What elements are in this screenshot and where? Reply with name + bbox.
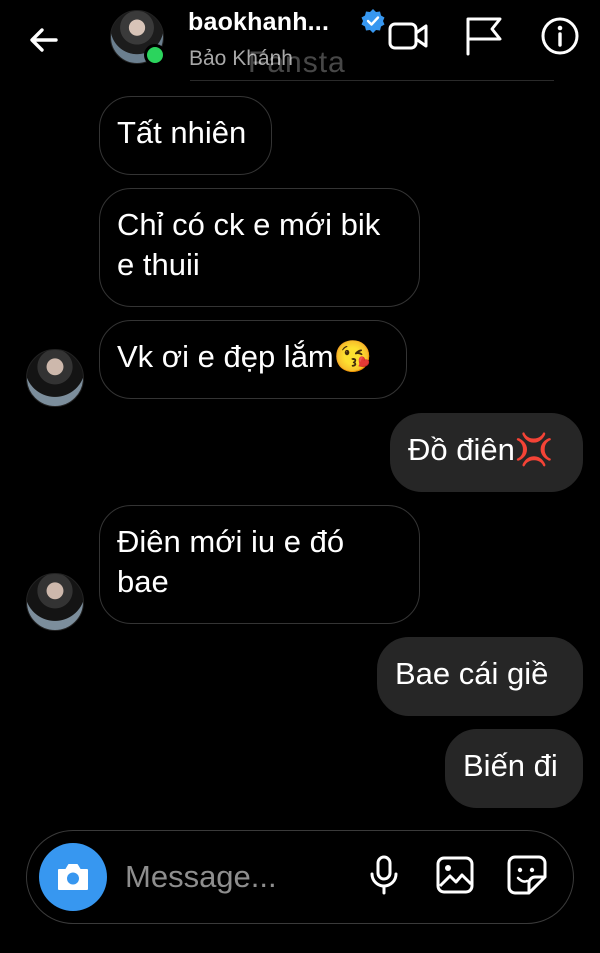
profile-avatar[interactable]: [110, 10, 166, 66]
username[interactable]: baokhanh...: [188, 8, 329, 37]
message-input[interactable]: [125, 857, 345, 897]
verified-badge-icon: [361, 9, 385, 33]
message-bubble-outgoing[interactable]: Biến đi: [445, 729, 583, 808]
gallery-icon[interactable]: [433, 853, 477, 897]
info-icon[interactable]: [538, 14, 582, 58]
camera-icon: [58, 864, 88, 890]
message-bubble-incoming[interactable]: Vk ơi e đẹp lắm😘: [99, 320, 407, 399]
flag-icon[interactable]: [462, 14, 506, 58]
back-arrow-icon[interactable]: [24, 20, 64, 60]
sender-avatar[interactable]: [26, 573, 84, 631]
message-bubble-incoming[interactable]: Chỉ có ck e mới bik e thuii: [99, 188, 420, 307]
message-composer: [26, 830, 574, 924]
message-bubble-outgoing[interactable]: Đồ điên💢: [390, 413, 583, 492]
chat-header: baokhanh... Bảo Khánh Fansta: [0, 0, 600, 82]
microphone-icon[interactable]: [362, 853, 406, 897]
video-call-icon[interactable]: [386, 14, 430, 58]
message-bubble-incoming[interactable]: Điên mới iu e đó bae: [99, 505, 420, 624]
message-bubble-incoming[interactable]: Tất nhiên: [99, 96, 272, 175]
camera-button[interactable]: [39, 843, 107, 911]
message-bubble-outgoing[interactable]: Bae cái giề: [377, 637, 583, 716]
online-status-dot: [144, 44, 166, 66]
watermark-text: Fansta: [248, 46, 346, 79]
sticker-icon[interactable]: [505, 853, 549, 897]
sender-avatar[interactable]: [26, 349, 84, 407]
header-divider: [190, 80, 554, 81]
